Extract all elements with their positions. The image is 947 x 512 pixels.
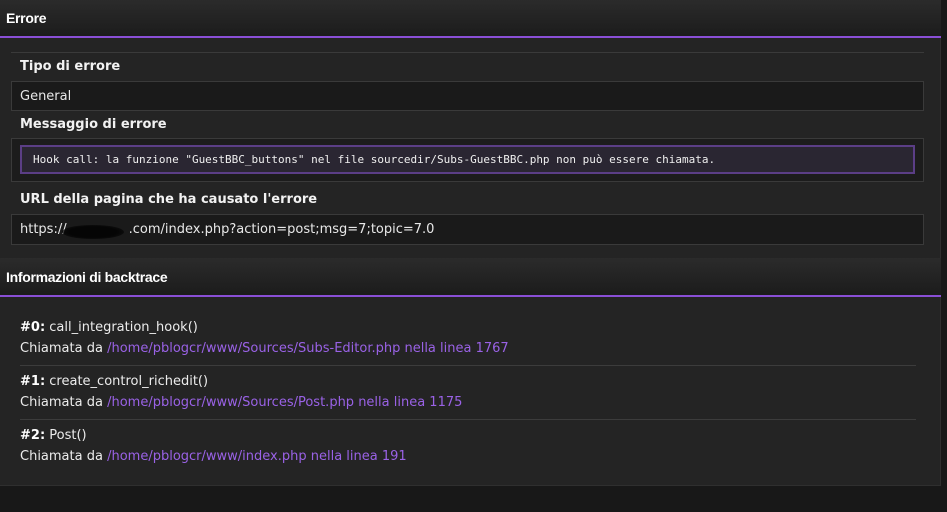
called-from-label: Chiamata da xyxy=(20,341,103,356)
backtrace-section-title: Informazioni di backtrace xyxy=(6,268,168,285)
backtrace-index: #2: xyxy=(20,428,46,443)
backtrace-location-line: Chiamata da /home/pblogcr/www/index.php … xyxy=(20,446,916,467)
error-details-panel: Tipo di errore General Messaggio di erro… xyxy=(0,38,941,258)
backtrace-location-line: Chiamata da /home/pblogcr/www/Sources/Po… xyxy=(20,392,916,413)
error-url-prefix: https:// xyxy=(20,222,67,237)
backtrace-entry: #0: call_integration_hook() Chiamata da … xyxy=(20,317,916,359)
backtrace-function: create_control_richedit() xyxy=(49,374,209,389)
error-section-title: Errore xyxy=(6,10,47,26)
error-type-value-box: General xyxy=(11,81,924,111)
backtrace-entry: #1: create_control_richedit() Chiamata d… xyxy=(20,371,916,413)
backtrace-section-header: Informazioni di backtrace xyxy=(0,258,941,297)
error-details-top-border xyxy=(11,52,924,53)
backtrace-function-line: #1: create_control_richedit() xyxy=(20,371,916,392)
redaction-scribble xyxy=(62,225,124,239)
backtrace-function: call_integration_hook() xyxy=(49,320,198,335)
error-message-text: Hook call: la funzione "GuestBBC_buttons… xyxy=(33,153,716,166)
backtrace-divider xyxy=(20,419,916,420)
error-message-code: Hook call: la funzione "GuestBBC_buttons… xyxy=(20,145,915,174)
error-type-value: General xyxy=(20,88,72,104)
error-type-label: Tipo di errore xyxy=(20,59,121,74)
called-from-label: Chiamata da xyxy=(20,395,103,410)
backtrace-entry: #2: Post() Chiamata da /home/pblogcr/www… xyxy=(20,425,916,467)
error-url-suffix: .com/index.php?action=post;msg=7;topic=7… xyxy=(128,222,435,237)
backtrace-divider xyxy=(20,365,916,366)
backtrace-location-link[interactable]: /home/pblogcr/www/Sources/Subs-Editor.ph… xyxy=(107,341,509,356)
backtrace-function: Post() xyxy=(49,428,87,443)
error-section-header: Errore xyxy=(0,0,941,38)
backtrace-index: #1: xyxy=(20,374,46,389)
error-message-label: Messaggio di errore xyxy=(20,117,167,132)
backtrace-function-line: #0: call_integration_hook() xyxy=(20,317,916,338)
called-from-label: Chiamata da xyxy=(20,449,103,464)
error-url-value-box: https:// .com/index.php?action=post;msg=7… xyxy=(11,214,924,245)
backtrace-location-line: Chiamata da /home/pblogcr/www/Sources/Su… xyxy=(20,338,916,359)
backtrace-function-line: #2: Post() xyxy=(20,425,916,446)
backtrace-location-link[interactable]: /home/pblogcr/www/index.php nella linea … xyxy=(107,449,407,464)
backtrace-panel: #0: call_integration_hook() Chiamata da … xyxy=(0,297,941,486)
error-url-label: URL della pagina che ha causato l'errore xyxy=(20,192,318,207)
backtrace-index: #0: xyxy=(20,320,46,335)
backtrace-location-link[interactable]: /home/pblogcr/www/Sources/Post.php nella… xyxy=(107,395,462,410)
